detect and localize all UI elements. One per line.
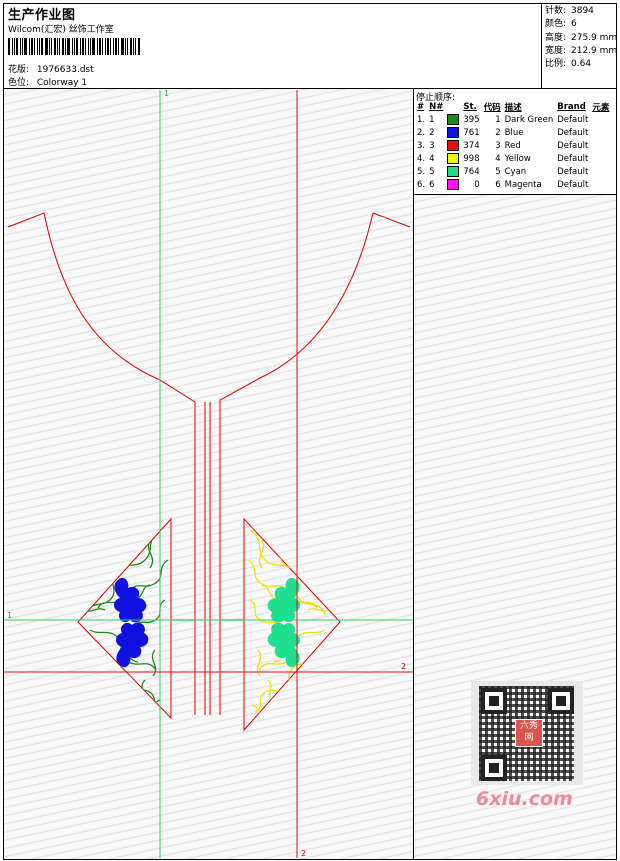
guide-label-h1: 1 bbox=[7, 611, 12, 620]
left-motif-fill bbox=[84, 529, 169, 713]
qr-finder-bottom-left bbox=[481, 755, 507, 781]
guide-label-v1: 1 bbox=[164, 89, 169, 98]
right-cyan-petal-bottom bbox=[267, 622, 300, 668]
guide-label-h2: 2 bbox=[401, 662, 406, 671]
neckline-outline bbox=[7, 212, 411, 715]
left-blue-petal-top bbox=[114, 577, 147, 623]
right-motif-fill bbox=[247, 529, 329, 718]
qr-finder-top-left bbox=[481, 688, 507, 714]
qr-code: 六秀网 bbox=[471, 681, 583, 785]
qr-finder-top-right bbox=[548, 688, 574, 714]
right-cyan-petal-top bbox=[267, 577, 300, 623]
qr-stamp-logo: 六秀网 bbox=[515, 719, 543, 747]
watermark-text: 6xiu.com bbox=[476, 788, 573, 810]
guide-label-v2: 2 bbox=[301, 849, 306, 858]
